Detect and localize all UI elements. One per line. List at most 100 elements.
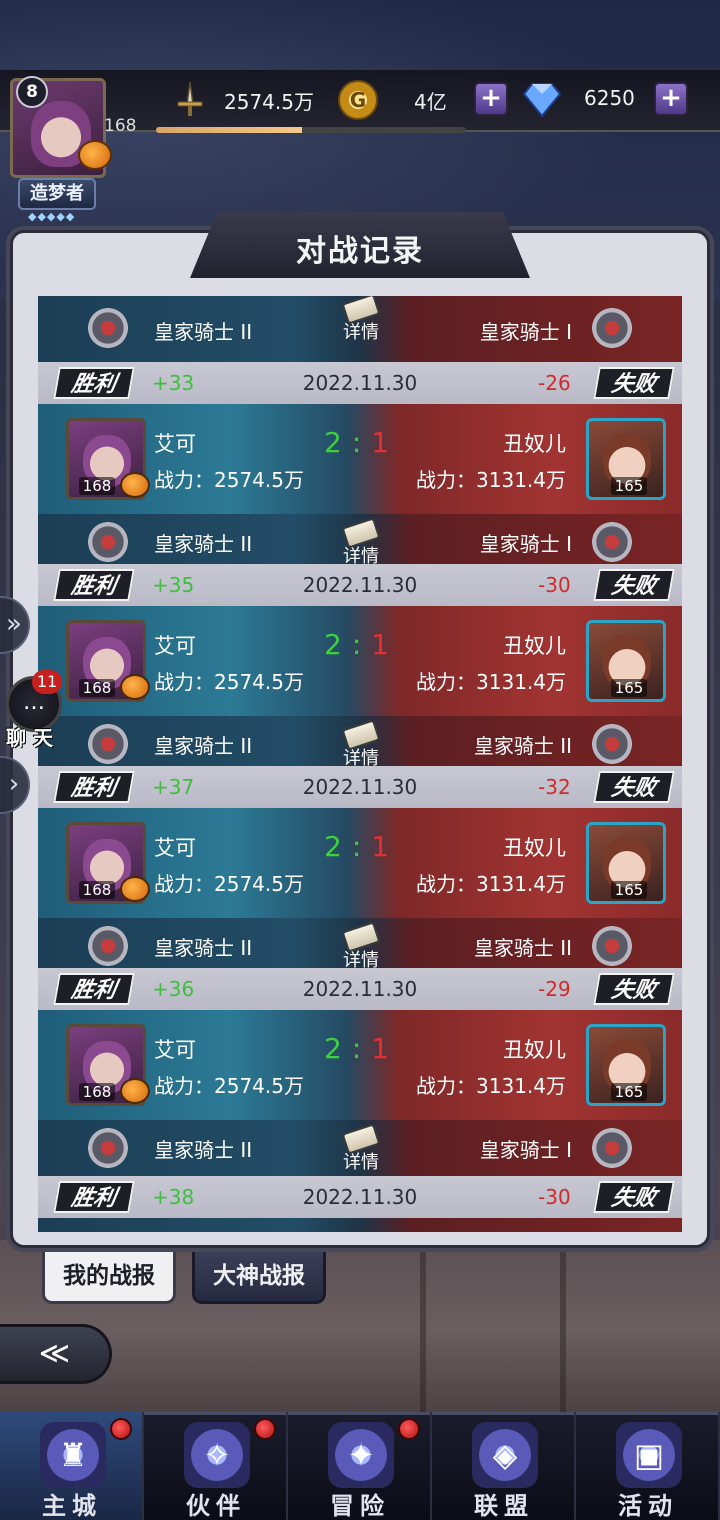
double-chevron-right-icon: » (6, 609, 22, 639)
left-player-name: 艾可 (154, 836, 196, 860)
rank-emblem-icon (592, 308, 632, 348)
back-button[interactable]: ≪ (0, 1324, 112, 1384)
right-player-name: 丑奴儿 (503, 634, 566, 658)
right-player-avatar[interactable]: 165 (586, 1024, 666, 1106)
left-rank-name: 皇家骑士 II (154, 734, 253, 758)
score-colon: : (351, 830, 362, 863)
left-player-level: 168 (79, 477, 115, 495)
rank-emblem-icon (88, 724, 128, 764)
lose-badge: 失败 (593, 1181, 675, 1213)
score-colon: : (351, 1032, 362, 1065)
nav-item-4[interactable]: ▣ 活动 (576, 1412, 720, 1520)
nav-label: 主城 (42, 1491, 102, 1520)
detail-button[interactable]: 详情 (336, 517, 386, 567)
result-strip: 胜利 +38 2022.11.30 -30 失败 (38, 1176, 682, 1218)
nav-label: 联盟 (474, 1491, 534, 1520)
right-player-name: 丑奴儿 (503, 836, 566, 860)
chevron-right-icon: › (8, 769, 20, 799)
left-rank-name: 皇家骑士 II (154, 1138, 253, 1162)
battle-date: 2022.11.30 (302, 1185, 418, 1209)
result-strip: 胜利 +36 2022.11.30 -29 失败 (38, 968, 682, 1010)
score-loss: -32 (538, 775, 571, 799)
battle-date: 2022.11.30 (302, 573, 418, 597)
left-player-name: 艾可 (154, 1038, 196, 1062)
back-arrow-icon: ≪ (38, 1336, 71, 1371)
left-player-power: 战力：2574.5万 (154, 1074, 304, 1098)
right-player-power: 战力：3131.4万 (416, 872, 566, 896)
match-score: 2:1 (324, 628, 389, 661)
left-rank-name: 皇家骑士 II (154, 320, 253, 344)
add-gold-button[interactable]: + (474, 82, 508, 116)
result-strip: 胜利 +37 2022.11.30 -32 失败 (38, 766, 682, 808)
match-score: 2:1 (324, 830, 389, 863)
diamond-icon (522, 83, 562, 118)
score-left: 2 (324, 1032, 342, 1065)
add-diamond-button[interactable]: + (654, 82, 688, 116)
pumpkin-icon (120, 876, 150, 902)
left-player-level: 168 (79, 881, 115, 899)
panel-title: 对战记录 (296, 234, 424, 269)
pumpkin-icon (78, 140, 112, 170)
nav-label: 活动 (618, 1491, 678, 1520)
right-rank-name: 皇家骑士 II (473, 936, 572, 960)
vip-level-badge: 8 (16, 76, 48, 108)
nav-item-3[interactable]: ◈ 联盟 (432, 1412, 576, 1520)
chat-unread-badge: 11 (32, 670, 62, 694)
shield-icon: ◈ (472, 1422, 538, 1488)
exp-progress-fill (156, 127, 302, 133)
right-player-avatar[interactable]: 165 (586, 620, 666, 702)
right-player-avatar[interactable]: 165 (586, 822, 666, 904)
left-player-power: 战力：2574.5万 (154, 468, 304, 492)
pumpkin-icon (120, 1078, 150, 1104)
score-colon: : (351, 628, 362, 661)
cards-icon: ▣ (616, 1422, 682, 1488)
right-rank-name: 皇家骑士 I (479, 532, 572, 556)
right-player-power: 战力：3131.4万 (416, 670, 566, 694)
match-score: 2:1 (324, 426, 389, 459)
player-level: 168 (104, 116, 137, 136)
left-player-name: 艾可 (154, 634, 196, 658)
right-player-avatar[interactable]: 165 (586, 418, 666, 500)
right-player-power: 战力：3131.4万 (416, 1074, 566, 1098)
score-right: 1 (371, 1032, 390, 1065)
score-loss: -29 (538, 977, 571, 1001)
compass-icon: ✦ (328, 1422, 394, 1488)
tab-top-reports[interactable]: 大神战报 (192, 1252, 326, 1304)
diamond-value: 6250 (584, 86, 635, 110)
right-player-name: 丑奴儿 (503, 432, 566, 456)
tab-my-reports[interactable]: 我的战报 (42, 1252, 176, 1304)
floor-plank (560, 1240, 566, 1420)
left-player-power: 战力：2574.5万 (154, 872, 304, 896)
title-stars-icon: ◆◆◆◆◆ (28, 210, 76, 223)
score-left: 2 (324, 628, 342, 661)
lose-badge: 失败 (593, 973, 675, 1005)
battle-record-list[interactable]: 皇家骑士 II 详情 皇家骑士 I 胜利 +33 2022.11.30 -26 失败 16… (38, 296, 682, 1232)
right-player-level: 165 (611, 881, 647, 899)
right-player-name: 丑奴儿 (503, 1038, 566, 1062)
left-player-level: 168 (79, 1083, 115, 1101)
player-title-plate: 造梦者 (18, 178, 96, 210)
detail-button[interactable]: 详情 (336, 1123, 386, 1173)
right-player-power: 战力：3131.4万 (416, 468, 566, 492)
rank-emblem-icon (88, 308, 128, 348)
detail-button[interactable]: 详情 (336, 296, 386, 343)
notification-dot (110, 1418, 132, 1440)
lose-badge: 失败 (593, 771, 675, 803)
score-left: 2 (324, 426, 342, 459)
lose-badge: 失败 (593, 367, 675, 399)
left-player-name: 艾可 (154, 432, 196, 456)
exp-progress-bar (156, 127, 466, 133)
detail-button[interactable]: 详情 (336, 719, 386, 769)
floor-plank (420, 1240, 426, 1420)
right-rank-name: 皇家骑士 I (479, 1138, 572, 1162)
score-colon: : (351, 426, 362, 459)
rank-emblem-icon (88, 1128, 128, 1168)
lose-badge: 失败 (593, 569, 675, 601)
detail-button[interactable]: 详情 (336, 921, 386, 971)
score-right: 1 (371, 628, 390, 661)
result-strip: 胜利 +33 2022.11.30 -26 失败 (38, 362, 682, 404)
castle-icon: ♜ (40, 1422, 106, 1488)
gold-coin-icon: G (338, 80, 378, 120)
chat-label[interactable]: 聊 天 (6, 722, 53, 751)
score-loss: -30 (538, 1185, 571, 1209)
